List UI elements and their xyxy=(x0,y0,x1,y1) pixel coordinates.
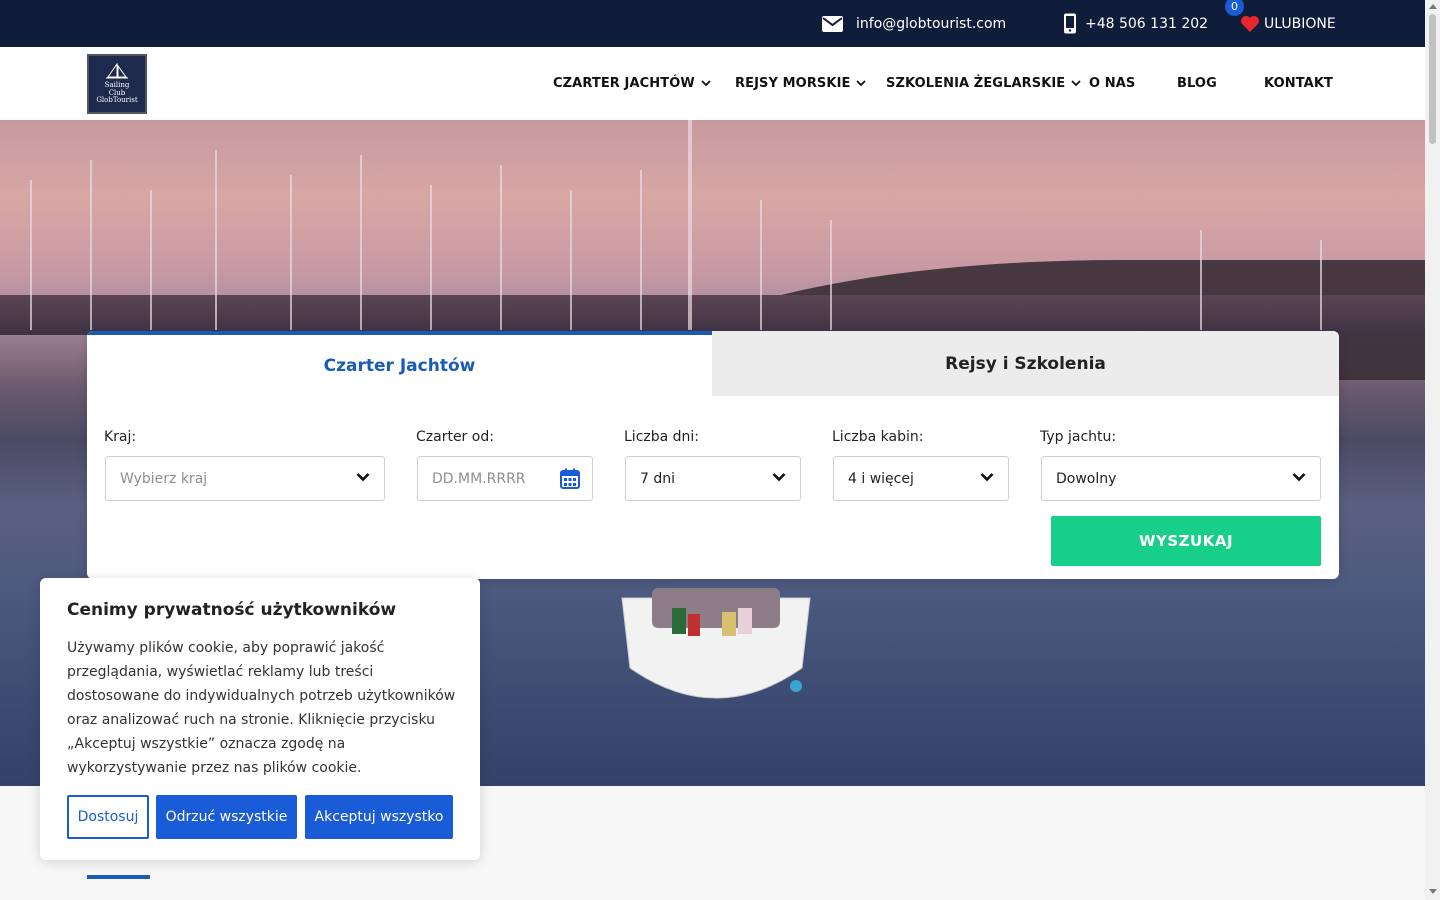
country-label: Kraj: xyxy=(104,429,137,445)
hero-mast xyxy=(90,160,92,330)
cabins-label: Liczba kabin: xyxy=(832,429,924,445)
hero-shore xyxy=(0,295,1425,335)
hero-mast xyxy=(500,165,502,330)
section-accent-line xyxy=(87,875,150,879)
chevron-down-icon xyxy=(856,80,867,87)
hero-mast xyxy=(1320,240,1322,330)
chevron-down-icon xyxy=(1292,473,1306,482)
chevron-down-icon xyxy=(1071,80,1081,87)
nav-item-sailing-courses[interactable]: SZKOLENIA ŻEGLARSKIE xyxy=(886,47,1081,120)
chevron-down-icon xyxy=(980,473,994,482)
nav-item-contact[interactable]: KONTAKT xyxy=(1264,47,1333,120)
hero-mast xyxy=(1200,230,1202,330)
tab-cruises-and-courses[interactable]: Rejsy i Szkolenia xyxy=(712,331,1339,396)
yacht-type-label: Typ jachtu: xyxy=(1040,429,1117,445)
nav-item-blog[interactable]: BLOG xyxy=(1177,47,1217,120)
cookie-consent-dialog: Cenimy prywatność użytkowników Używamy p… xyxy=(40,578,480,860)
email-text: info@globtourist.com xyxy=(856,15,1007,32)
hero-mast xyxy=(760,200,762,330)
sailboat-image xyxy=(621,588,811,699)
main-navbar: Sailing Club GlobTourist CZARTER JACHTÓW… xyxy=(0,47,1425,120)
hero-mast xyxy=(570,190,572,330)
hero-mast xyxy=(30,180,32,330)
phone-text: +48 506 131 202 xyxy=(1085,15,1209,32)
favorites-label: ULUBIONE xyxy=(1264,15,1336,32)
hero-mast xyxy=(290,175,292,330)
search-button[interactable]: WYSZUKAJ xyxy=(1051,516,1321,566)
cookie-reject-all-button[interactable]: Odrzuć wszystkie xyxy=(156,795,297,839)
scroll-up-arrow-icon[interactable] xyxy=(1429,4,1437,9)
cabins-select[interactable]: 4 i więcej xyxy=(833,456,1009,501)
sailboat-logo-icon xyxy=(106,62,128,79)
page-scrollbar[interactable] xyxy=(1425,0,1440,900)
heart-icon xyxy=(1241,15,1259,32)
nav-item-label: REJSY MORSKIE xyxy=(735,76,851,91)
nav-item-label: O NAS xyxy=(1089,76,1136,91)
phone-link[interactable]: +48 506 131 202 xyxy=(1063,0,1208,47)
scrollbar-thumb[interactable] xyxy=(1429,14,1436,144)
days-label: Liczba dni: xyxy=(624,429,700,445)
country-select[interactable]: Wybierz kraj xyxy=(105,456,385,501)
charter-date-input[interactable]: DD.MM.RRRR xyxy=(417,456,593,501)
top-bar: info@globtourist.com +48 506 131 202 0 U… xyxy=(0,0,1425,47)
search-tabs: Czarter Jachtów Rejsy i Szkolenia xyxy=(87,331,1339,396)
calendar-icon xyxy=(560,468,580,489)
favorites-count-badge: 0 xyxy=(1225,0,1244,16)
yacht-type-value: Dowolny xyxy=(1056,470,1117,487)
email-link[interactable]: info@globtourist.com xyxy=(822,0,1006,47)
cookie-text: Używamy plików cookie, aby poprawić jako… xyxy=(67,640,456,776)
hero-mast xyxy=(150,190,152,330)
days-value: 7 dni xyxy=(640,470,676,487)
hero-mast xyxy=(688,120,692,330)
cabins-value: 4 i więcej xyxy=(848,470,914,487)
site-logo[interactable]: Sailing Club GlobTourist xyxy=(87,54,147,114)
nav-item-label: SZKOLENIA ŻEGLARSKIE xyxy=(886,76,1066,91)
days-select[interactable]: 7 dni xyxy=(625,456,801,501)
hero-mast xyxy=(640,170,642,330)
hero-mast xyxy=(830,220,832,330)
mobile-phone-icon xyxy=(1064,13,1076,34)
favorites-link[interactable]: 0 ULUBIONE xyxy=(1225,0,1336,47)
nav-item-label: BLOG xyxy=(1177,76,1217,91)
nav-item-label: KONTAKT xyxy=(1264,76,1333,91)
scroll-down-arrow-icon[interactable] xyxy=(1429,889,1437,894)
cookie-accept-all-button[interactable]: Akceptuj wszystko xyxy=(305,795,453,839)
nav-item-about[interactable]: O NAS xyxy=(1089,47,1135,120)
yacht-type-select[interactable]: Dowolny xyxy=(1041,456,1321,501)
hero-mast xyxy=(430,185,432,330)
cookie-title: Cenimy prywatność użytkowników xyxy=(67,600,397,620)
logo-line-3: GlobTourist xyxy=(96,96,138,105)
envelope-icon xyxy=(822,15,843,32)
tab-yacht-charter[interactable]: Czarter Jachtów xyxy=(87,331,712,396)
nav-item-label: CZARTER JACHTÓW xyxy=(553,76,695,91)
cookie-customize-button[interactable]: Dostosuj xyxy=(67,795,149,839)
date-placeholder: DD.MM.RRRR xyxy=(432,470,526,487)
hero-mast xyxy=(215,150,217,330)
chevron-down-icon xyxy=(701,80,711,87)
yacht-search-panel: Czarter Jachtów Rejsy i Szkolenia Kraj: … xyxy=(87,331,1339,579)
chevron-down-icon xyxy=(772,473,786,482)
hero-mast xyxy=(360,155,362,330)
nav-item-sea-cruises[interactable]: REJSY MORSKIE xyxy=(735,47,867,120)
charter-from-label: Czarter od: xyxy=(416,429,494,445)
country-placeholder: Wybierz kraj xyxy=(120,470,208,487)
chevron-down-icon xyxy=(356,473,370,482)
nav-item-yacht-charter[interactable]: CZARTER JACHTÓW xyxy=(553,47,711,120)
